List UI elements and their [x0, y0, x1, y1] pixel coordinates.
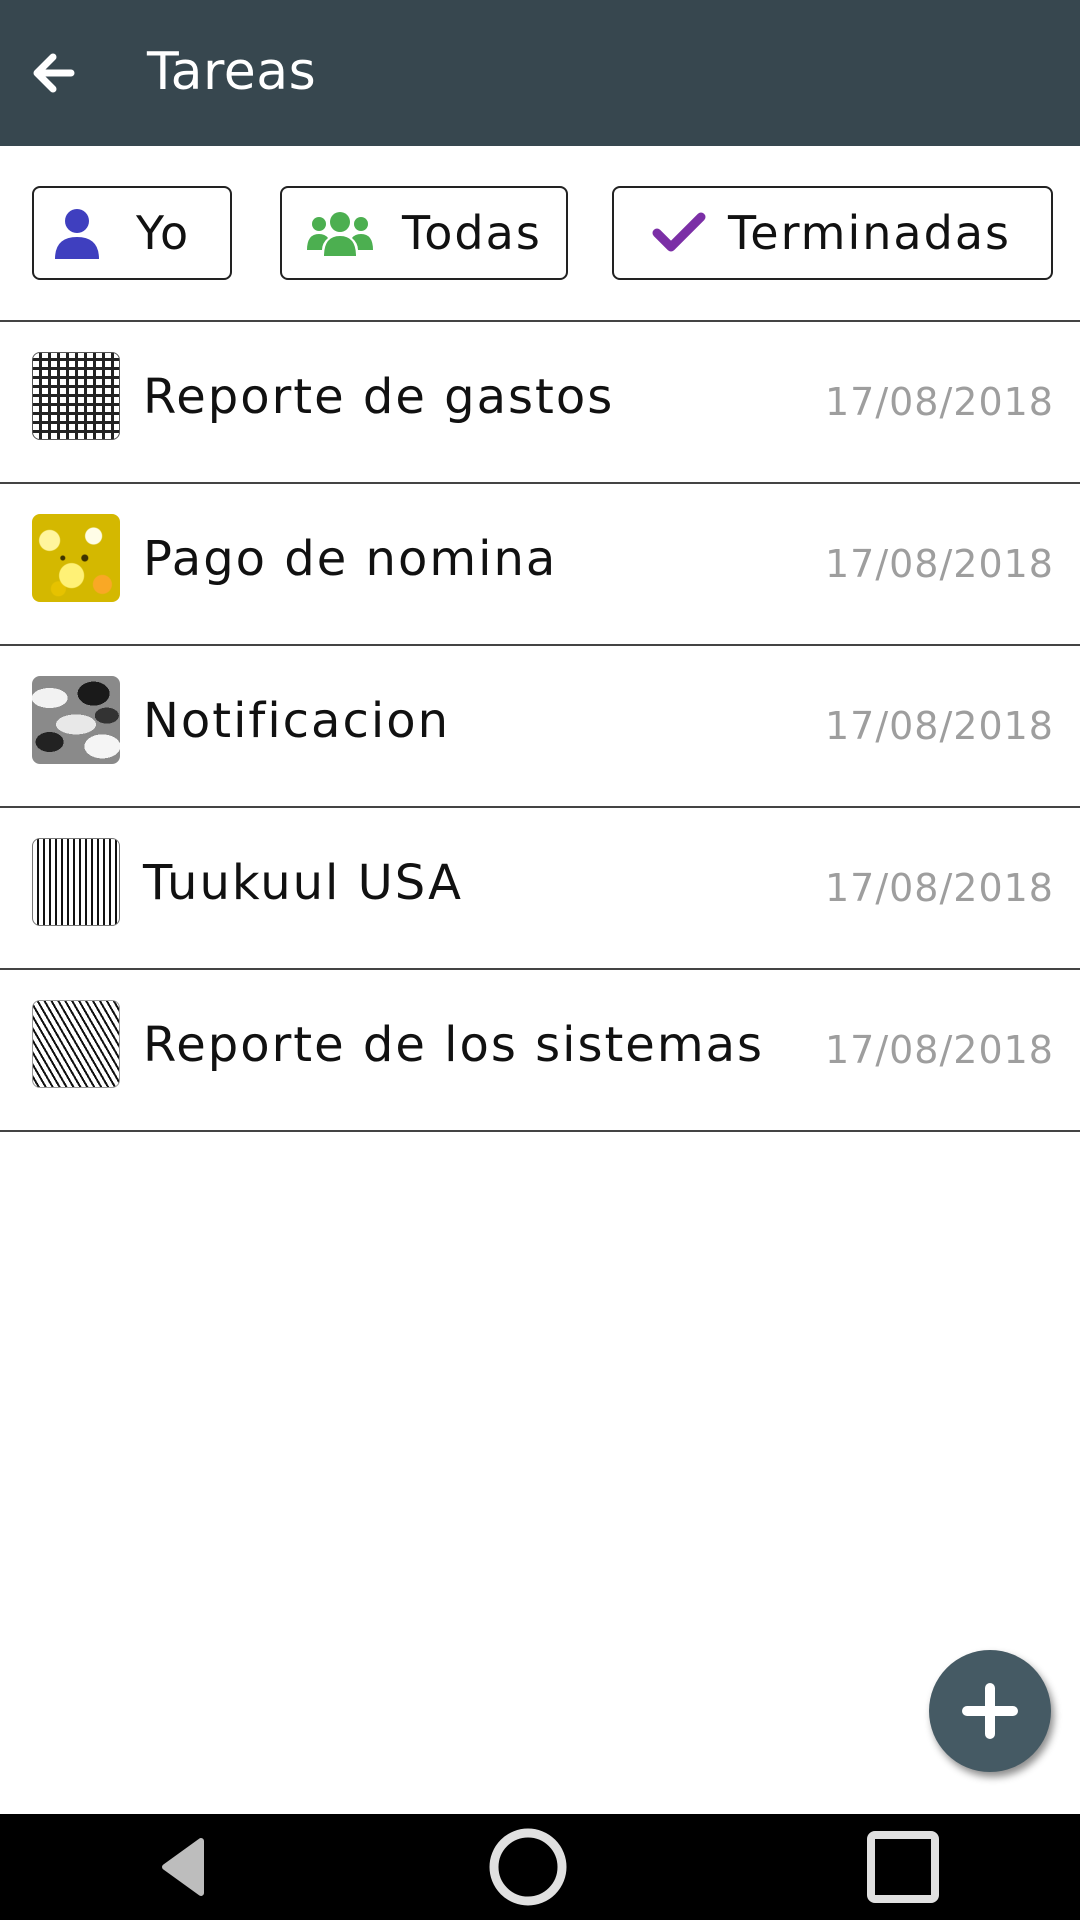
app-bar: Tareas — [0, 0, 1080, 146]
arrow-left-icon — [33, 53, 75, 93]
nav-home-button[interactable] — [458, 1814, 598, 1920]
filter-terminadas-label: Terminadas — [728, 206, 1011, 260]
task-list: Reporte de gastos 17/08/2018 Pago de nom… — [0, 322, 1080, 1132]
filter-todas-label: Todas — [402, 206, 542, 260]
plus-icon — [962, 1683, 1018, 1739]
nav-back-triangle-icon — [162, 1838, 204, 1896]
task-thumbnail — [32, 676, 120, 764]
back-button[interactable] — [20, 33, 86, 113]
system-nav-bar — [0, 1814, 1080, 1920]
task-thumbnail — [32, 1000, 120, 1088]
filter-yo-button[interactable]: Yo — [32, 186, 232, 280]
task-title: Reporte de gastos — [143, 369, 615, 425]
task-date: 17/08/2018 — [824, 380, 1054, 424]
user-icon — [42, 207, 112, 259]
task-date: 17/08/2018 — [824, 542, 1054, 586]
users-group-icon — [300, 210, 380, 256]
filter-terminadas-button[interactable]: Terminadas — [612, 186, 1053, 280]
add-task-button[interactable] — [929, 1650, 1051, 1772]
nav-recents-button[interactable] — [833, 1814, 973, 1920]
task-row[interactable]: Tuukuul USA 17/08/2018 — [0, 808, 1080, 970]
task-thumbnail — [32, 838, 120, 926]
task-title: Pago de nomina — [143, 531, 558, 587]
page-title: Tareas — [147, 42, 317, 102]
nav-home-circle-icon — [489, 1828, 567, 1906]
task-title: Tuukuul USA — [143, 855, 463, 911]
task-date: 17/08/2018 — [824, 866, 1054, 910]
task-date: 17/08/2018 — [824, 1028, 1054, 1072]
task-title: Notificacion — [143, 693, 450, 749]
task-thumbnail — [32, 514, 120, 602]
task-row[interactable]: Reporte de gastos 17/08/2018 — [0, 322, 1080, 484]
check-icon — [644, 212, 714, 254]
task-date: 17/08/2018 — [824, 704, 1054, 748]
nav-back-button[interactable] — [113, 1814, 253, 1920]
nav-recents-square-icon — [867, 1831, 939, 1903]
task-title: Reporte de los sistemas — [143, 1017, 765, 1073]
filter-todas-button[interactable]: Todas — [280, 186, 568, 280]
task-row[interactable]: Pago de nomina 17/08/2018 — [0, 484, 1080, 646]
task-thumbnail — [32, 352, 120, 440]
task-row[interactable]: Reporte de los sistemas 17/08/2018 — [0, 970, 1080, 1132]
task-row[interactable]: Notificacion 17/08/2018 — [0, 646, 1080, 808]
filter-yo-label: Yo — [136, 206, 191, 260]
